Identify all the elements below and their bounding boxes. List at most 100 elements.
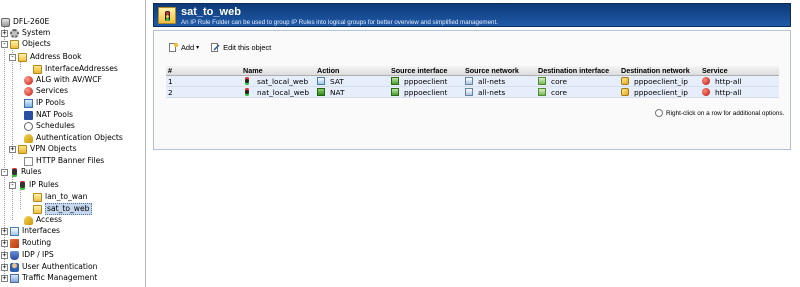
core-interface-icon	[538, 88, 546, 96]
tree-item-label: IP Pools	[36, 98, 65, 107]
info-icon	[655, 109, 663, 117]
source-network-text: all-nets	[478, 76, 506, 86]
services-icon	[24, 86, 33, 96]
expand-icon[interactable]: +	[1, 29, 8, 37]
tree-item-label: Access	[36, 215, 62, 224]
edit-icon	[211, 42, 220, 52]
tree-item-lan-to-wan[interactable]: lan_to_wan	[33, 192, 87, 202]
tree-item-ip-rules[interactable]: - IP Rules	[9, 180, 59, 190]
tree-item-interface-addresses[interactable]: InterfaceAddresses	[33, 64, 118, 74]
table-header-row: # Name Action Source interface Source ne…	[166, 66, 779, 76]
tree-item-address-book[interactable]: - Address Book	[9, 52, 82, 62]
add-button[interactable]: Add ▾	[166, 40, 202, 54]
edit-object-button[interactable]: Edit this object	[208, 40, 274, 54]
column-header-service[interactable]: Service	[700, 66, 779, 76]
tree-item-idp-ips[interactable]: + IDP / IPS	[1, 250, 54, 260]
column-header-source-interface[interactable]: Source interface	[389, 66, 463, 76]
network-icon	[465, 88, 473, 96]
traffic-light-icon	[245, 77, 249, 85]
tree-item-user-authentication[interactable]: + User Authentication	[1, 262, 97, 272]
tree-item-label: Address Book	[30, 52, 82, 61]
service: http-all	[700, 86, 779, 98]
expand-icon[interactable]: +	[1, 274, 8, 282]
expand-icon[interactable]: +	[1, 263, 8, 271]
traffic-light-icon	[12, 167, 17, 177]
navigation-tree: DFL-260E + System - Objects - Address Bo…	[0, 0, 146, 287]
hint-text: Right-click on a row for additional opti…	[666, 109, 785, 117]
column-header-destination-network[interactable]: Destination network	[619, 66, 700, 76]
tree-item-objects[interactable]: - Objects	[1, 39, 51, 49]
table-row[interactable]: 2 nat_local_web NAT pppoeclient all-nets…	[166, 86, 779, 98]
tree-item-nat-pools[interactable]: NAT Pools	[24, 110, 73, 120]
source-interface-text: pppoeclient	[404, 76, 448, 86]
tree-item-http-banner-files[interactable]: HTTP Banner Files	[24, 156, 104, 166]
tree-root[interactable]: DFL-260E	[1, 17, 49, 27]
folder-icon	[33, 64, 42, 74]
chevron-down-icon: ▾	[196, 43, 200, 51]
add-icon	[169, 42, 178, 52]
page-title: sat_to_web	[181, 6, 241, 18]
collapse-icon[interactable]: -	[1, 168, 8, 176]
expand-icon[interactable]: +	[9, 145, 16, 153]
column-header-action[interactable]: Action	[315, 66, 389, 76]
network-icon	[465, 77, 473, 85]
expand-icon[interactable]: +	[1, 239, 8, 247]
expand-icon[interactable]: +	[1, 251, 8, 259]
folder-open-icon	[10, 39, 19, 49]
tree-root-label: DFL-260E	[13, 17, 50, 26]
source-interface: pppoeclient	[389, 86, 463, 98]
tree-item-authentication-objects[interactable]: Authentication Objects	[24, 133, 123, 143]
service-text: http-all	[715, 76, 742, 86]
user-icon	[10, 262, 19, 272]
service-icon	[702, 88, 710, 96]
tree-item-sat-to-web[interactable]: sat_to_web	[33, 203, 92, 215]
rule-name: nat_local_web	[241, 86, 315, 98]
table-row[interactable]: 1 sat_local_web SAT pppoeclient all-nets…	[166, 75, 779, 87]
tree-item-interfaces[interactable]: + Interfaces	[1, 226, 60, 236]
sat-icon	[317, 77, 325, 85]
column-header-destination-interface[interactable]: Destination interface	[536, 66, 619, 76]
tree-item-rules[interactable]: - Rules	[1, 167, 42, 177]
tree-item-vpn-objects[interactable]: + VPN Objects	[9, 144, 77, 154]
collapse-icon[interactable]: -	[9, 181, 16, 189]
tree-item-label: Objects	[22, 39, 51, 48]
tree-item-label: Rules	[21, 167, 42, 176]
rule-action: NAT	[315, 86, 389, 98]
tree-item-label: HTTP Banner Files	[36, 156, 105, 165]
tree-item-routing[interactable]: + Routing	[1, 238, 51, 248]
row-number: 2	[166, 86, 241, 98]
right-click-hint: Right-click on a row for additional opti…	[655, 109, 784, 117]
page-header: sat_to_web An IP Rule Folder can be used…	[153, 3, 791, 27]
column-header-name[interactable]: Name	[241, 66, 315, 76]
tree-item-ip-pools[interactable]: IP Pools	[24, 98, 65, 108]
ip-rules-table: # Name Action Source interface Source ne…	[166, 66, 779, 98]
tree-item-label: ALG with AV/WCF	[36, 75, 102, 84]
collapse-icon[interactable]: -	[1, 40, 8, 48]
tree-item-services[interactable]: Services	[24, 86, 68, 96]
collapse-icon[interactable]: -	[9, 53, 16, 61]
rule-name: sat_local_web	[241, 75, 315, 87]
destination-network: pppoeclient_ip	[619, 75, 700, 87]
tree-item-alg[interactable]: ALG with AV/WCF	[24, 75, 102, 85]
interface-icon	[10, 226, 19, 236]
tree-item-traffic-management[interactable]: + Traffic Management	[1, 273, 97, 283]
tree-item-label: VPN Objects	[30, 144, 77, 153]
tree-item-system[interactable]: + System	[1, 28, 50, 38]
rule-action-text: SAT	[330, 76, 344, 86]
row-number: 1	[166, 75, 241, 87]
tree-item-label: Schedules	[36, 121, 75, 130]
destination-network-text: pppoeclient_ip	[634, 87, 688, 97]
document-icon	[24, 156, 33, 166]
tree-item-schedules[interactable]: Schedules	[24, 121, 75, 131]
tree-item-access[interactable]: Access	[24, 215, 62, 225]
tree-item-label: Interfaces	[22, 226, 60, 235]
source-network: all-nets	[463, 75, 536, 87]
column-header-source-network[interactable]: Source network	[463, 66, 536, 76]
address-book-icon	[18, 52, 27, 62]
service-icon	[702, 77, 710, 85]
alg-icon	[24, 75, 33, 85]
column-header-number[interactable]: #	[166, 66, 241, 76]
page-subtitle: An IP Rule Folder can be used to group I…	[181, 19, 498, 26]
expand-icon[interactable]: +	[1, 227, 8, 235]
clock-icon	[24, 121, 33, 131]
